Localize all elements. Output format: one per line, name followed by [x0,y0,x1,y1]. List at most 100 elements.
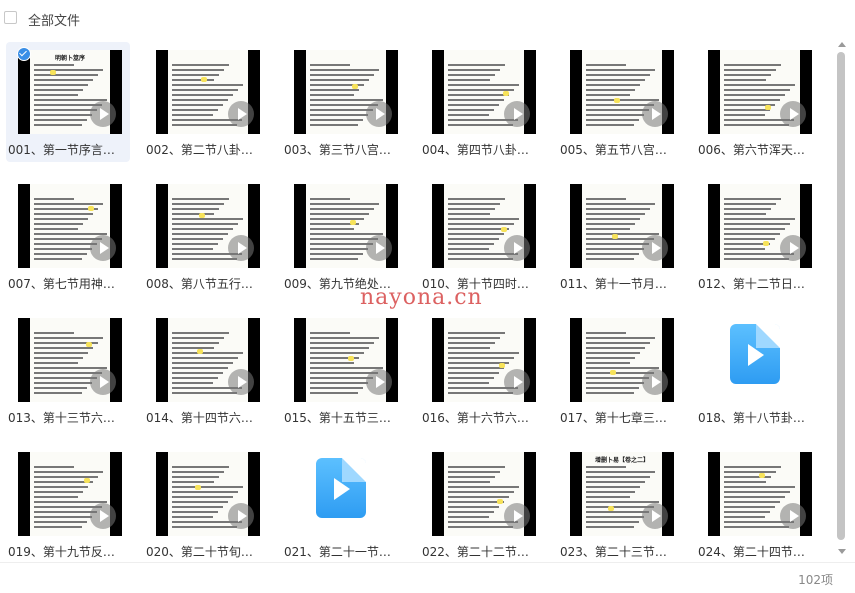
file-tile[interactable]: 006、第六节浑天… [696,42,820,162]
file-name[interactable]: 023、第二十三节… [560,543,680,558]
scrollbar-thumb[interactable] [837,52,845,540]
file-name[interactable]: 005、第五节八宫… [560,141,680,158]
video-thumbnail[interactable] [156,50,260,134]
file-tile[interactable]: 008、第八节五行… [144,176,268,296]
play-icon[interactable] [504,369,530,395]
file-name[interactable]: 001、第一节序言… [8,141,128,158]
file-name[interactable]: 020、第二十节旬… [146,543,266,558]
file-tile[interactable]: 021、第二十一节… [282,444,406,558]
file-name[interactable]: 014、第十四节六… [146,409,266,426]
file-tile[interactable]: 003、第三节八宫… [282,42,406,162]
video-thumbnail[interactable] [294,318,398,402]
play-icon[interactable] [366,369,392,395]
file-name[interactable]: 017、第十七章三… [560,409,680,426]
file-tile[interactable]: 增删卜易【卷之二】 023、第二十三节… [558,444,682,558]
video-thumbnail[interactable] [18,318,122,402]
file-tile[interactable]: 005、第五节八宫… [558,42,682,162]
file-tile[interactable]: 016、第十六节六… [420,310,544,430]
play-icon[interactable] [90,235,116,261]
file-tile[interactable]: 004、第四节八卦… [420,42,544,162]
play-icon[interactable] [780,235,806,261]
file-name[interactable]: 018、第十八节卦… [698,409,818,426]
play-icon[interactable] [642,101,668,127]
file-name[interactable]: 007、第七节用神… [8,275,128,292]
play-icon[interactable] [228,503,254,529]
selected-check-icon[interactable] [17,47,31,61]
file-name[interactable]: 015、第十五节三… [284,409,404,426]
video-thumbnail[interactable] [18,184,122,268]
file-name[interactable]: 013、第十三节六… [8,409,128,426]
video-thumbnail[interactable] [570,318,674,402]
video-thumbnail[interactable] [432,184,536,268]
file-tile[interactable]: 020、第二十节旬… [144,444,268,558]
file-name[interactable]: 008、第八节五行… [146,275,266,292]
file-tile[interactable]: 007、第七节用神… [6,176,130,296]
play-icon[interactable] [780,101,806,127]
file-tile[interactable]: 017、第十七章三… [558,310,682,430]
file-tile[interactable]: 014、第十四节六… [144,310,268,430]
file-name[interactable]: 019、第十九节反… [8,543,128,558]
play-icon[interactable] [642,503,668,529]
select-all-checkbox[interactable] [4,11,17,24]
video-thumbnail[interactable] [570,50,674,134]
video-thumbnail[interactable] [156,452,260,536]
video-thumbnail[interactable] [294,50,398,134]
file-tile[interactable]: 018、第十八节卦… [696,310,820,430]
file-tile[interactable]: 010、第十节四时… [420,176,544,296]
file-tile[interactable]: 002、第二节八卦… [144,42,268,162]
video-file-icon[interactable] [316,458,366,518]
file-tile[interactable]: 019、第十九节反… [6,444,130,558]
file-name[interactable]: 003、第三节八宫… [284,141,404,158]
file-tile[interactable]: 009、第九节绝处… [282,176,406,296]
play-icon[interactable] [90,369,116,395]
file-name[interactable]: 012、第十二节日… [698,275,818,292]
file-name[interactable]: 006、第六节浑天… [698,141,818,158]
text-line [172,332,229,334]
file-name[interactable]: 011、第十一节月… [560,275,680,292]
scroll-up-arrow-icon[interactable] [838,42,846,47]
play-icon[interactable] [90,503,116,529]
vertical-scrollbar[interactable] [836,42,846,554]
video-file-icon[interactable] [730,324,780,384]
play-icon[interactable] [228,101,254,127]
file-name[interactable]: 004、第四节八卦… [422,141,542,158]
video-thumbnail[interactable] [18,452,122,536]
play-icon[interactable] [366,101,392,127]
file-tile[interactable]: 012、第十二节日… [696,176,820,296]
scroll-down-arrow-icon[interactable] [838,549,846,554]
file-tile[interactable]: 011、第十一节月… [558,176,682,296]
play-icon[interactable] [504,503,530,529]
play-icon[interactable] [780,503,806,529]
video-thumbnail[interactable] [708,184,812,268]
video-thumbnail[interactable] [156,318,260,402]
file-name[interactable]: 002、第二节八卦… [146,141,266,158]
play-icon[interactable] [228,369,254,395]
video-thumbnail[interactable] [294,184,398,268]
file-tile[interactable]: 024、第二十四节… [696,444,820,558]
play-icon[interactable] [504,101,530,127]
play-icon[interactable] [366,235,392,261]
file-tile[interactable]: 015、第十五节三… [282,310,406,430]
play-icon[interactable] [228,235,254,261]
play-icon[interactable] [90,101,116,127]
select-all-label[interactable]: 全部文件 [28,10,80,29]
file-name[interactable]: 024、第二十四节… [698,543,818,558]
video-thumbnail[interactable] [708,50,812,134]
play-icon[interactable] [504,235,530,261]
file-name[interactable]: 022、第二十二节… [422,543,542,558]
file-tile[interactable]: 022、第二十二节… [420,444,544,558]
video-thumbnail[interactable] [156,184,260,268]
video-thumbnail[interactable] [432,318,536,402]
video-thumbnail[interactable]: 明朝卜筮序 [18,50,122,134]
file-name[interactable]: 021、第二十一节… [284,543,404,558]
video-thumbnail[interactable] [708,452,812,536]
file-tile[interactable]: 013、第十三节六… [6,310,130,430]
video-thumbnail[interactable]: 增删卜易【卷之二】 [570,452,674,536]
video-thumbnail[interactable] [432,452,536,536]
video-thumbnail[interactable] [432,50,536,134]
video-thumbnail[interactable] [570,184,674,268]
file-name[interactable]: 016、第十六节六… [422,409,542,426]
file-tile[interactable]: 明朝卜筮序 001、第一节序言… [6,42,130,162]
play-icon[interactable] [642,235,668,261]
play-icon[interactable] [642,369,668,395]
